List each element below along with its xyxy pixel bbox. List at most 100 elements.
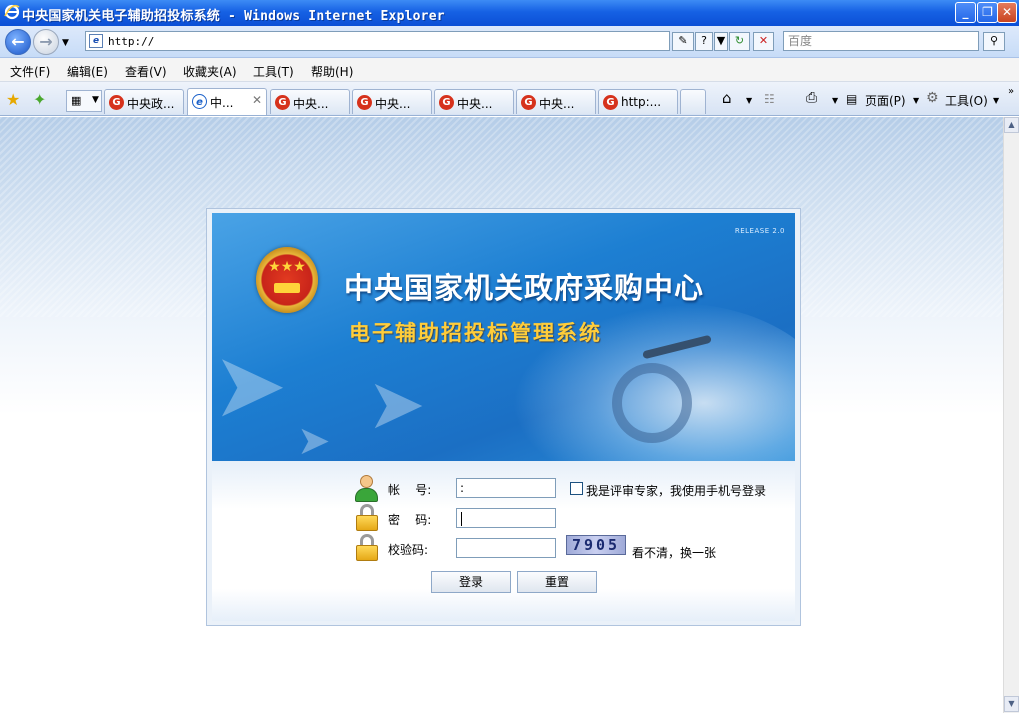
emblem-stars: ★★★ bbox=[268, 259, 306, 275]
minimize-button[interactable]: _ bbox=[955, 2, 976, 23]
account-input[interactable] bbox=[456, 478, 556, 498]
forward-button[interactable]: → bbox=[33, 29, 59, 55]
page-menu-icon: ▤ bbox=[846, 92, 858, 106]
tab-label: 中央政... bbox=[127, 97, 175, 111]
captcha-image: 7905 bbox=[566, 535, 626, 555]
pen-graphic bbox=[612, 363, 692, 443]
chevron-more-icon[interactable]: » bbox=[1008, 86, 1014, 97]
arrow-graphic: ➤ bbox=[367, 363, 426, 445]
security-shield-icon[interactable]: ? bbox=[695, 32, 713, 51]
history-dropdown-icon[interactable]: ▼ bbox=[62, 38, 69, 48]
gear-icon: ⚙ bbox=[926, 90, 939, 106]
home-icon[interactable]: ⌂ bbox=[722, 89, 732, 107]
password-input[interactable] bbox=[456, 508, 556, 528]
url-text: http:// bbox=[108, 35, 155, 48]
ie-logo-icon bbox=[4, 4, 20, 20]
menu-bar: 文件(F) 编辑(E) 查看(V) 收藏夹(A) 工具(T) 帮助(H) bbox=[0, 58, 1019, 82]
tab-label: 中... bbox=[210, 96, 234, 110]
tab-7[interactable]: G http:... bbox=[598, 89, 678, 114]
menu-help[interactable]: 帮助(H) bbox=[311, 63, 353, 80]
home-dropdown-icon[interactable]: ▼ bbox=[746, 96, 752, 105]
menu-view[interactable]: 查看(V) bbox=[125, 63, 167, 80]
tab-2-active[interactable]: e 中... ✕ bbox=[187, 88, 267, 115]
login-panel: ➤ ➤ ➤ RELEASE 2.0 ★★★ 中央国家机关政府采购中心 电子辅助招… bbox=[206, 208, 801, 626]
vertical-scrollbar[interactable]: ▲ ▼ bbox=[1003, 117, 1019, 713]
close-window-button[interactable]: ✕ bbox=[997, 2, 1017, 23]
scroll-down-icon[interactable]: ▼ bbox=[1004, 696, 1019, 712]
arrow-graphic: ➤ bbox=[297, 418, 331, 461]
captcha-input[interactable] bbox=[456, 538, 556, 558]
search-icon[interactable]: ⚲ bbox=[983, 32, 1005, 51]
tab-label: 中央... bbox=[539, 97, 575, 111]
menu-file[interactable]: 文件(F) bbox=[10, 63, 50, 80]
tab-4[interactable]: G 中央... bbox=[352, 89, 432, 114]
expert-checkbox[interactable] bbox=[570, 482, 583, 495]
tools-menu-button[interactable]: 工具(O) bbox=[945, 92, 988, 109]
back-button[interactable]: ← bbox=[5, 29, 31, 55]
lock-icon bbox=[354, 504, 380, 532]
red-g-icon: G bbox=[521, 95, 536, 110]
url-field[interactable]: e http:// bbox=[85, 31, 670, 51]
account-label: 帐 号: bbox=[388, 483, 432, 497]
tab-3[interactable]: G 中央... bbox=[270, 89, 350, 114]
print-icon[interactable]: ⎙ bbox=[806, 90, 817, 106]
system-title: 电子辅助招投标管理系统 bbox=[349, 321, 602, 345]
refresh-icon[interactable]: ↻ bbox=[729, 32, 750, 51]
tab-label: 中央... bbox=[375, 97, 411, 111]
close-tab-icon[interactable]: ✕ bbox=[252, 93, 262, 107]
stop-icon[interactable]: ✕ bbox=[753, 32, 774, 51]
tab-1[interactable]: G 中央政... bbox=[104, 89, 184, 114]
tab-bar: ★ ✦ ▦ ▼ G 中央政... e 中... ✕ G 中央... G 中央..… bbox=[0, 82, 1019, 116]
menu-favorites[interactable]: 收藏夹(A) bbox=[183, 63, 237, 80]
page-icon: e bbox=[89, 34, 103, 48]
back-arrow-icon: ← bbox=[11, 32, 25, 51]
rss-feed-icon[interactable]: ☷ bbox=[764, 92, 775, 106]
window-title: 中央国家机关电子辅助招投标系统 - Windows Internet Explo… bbox=[22, 9, 445, 24]
login-button[interactable]: 登录 bbox=[431, 571, 511, 593]
tab-list-dropdown-icon[interactable]: ▼ bbox=[92, 95, 99, 105]
page-content: ➤ ➤ ➤ RELEASE 2.0 ★★★ 中央国家机关政府采购中心 电子辅助招… bbox=[0, 117, 1003, 713]
tab-label: 中央... bbox=[293, 97, 329, 111]
password-label: 密 码: bbox=[388, 513, 432, 527]
restore-button[interactable]: ❐ bbox=[977, 2, 998, 23]
quick-tabs-icon: ▦ bbox=[71, 94, 82, 107]
tab-label: http:... bbox=[621, 95, 662, 109]
national-emblem-icon: ★★★ bbox=[256, 247, 318, 313]
add-favorite-icon[interactable]: ✦ bbox=[33, 90, 46, 109]
refresh-captcha-link[interactable]: 看不清，换一张 bbox=[632, 544, 716, 561]
address-dropdown-icon[interactable]: ▼ bbox=[714, 32, 728, 51]
arrow-graphic: ➤ bbox=[212, 333, 288, 438]
release-label: RELEASE 2.0 bbox=[734, 227, 785, 235]
lock-icon bbox=[354, 534, 380, 562]
expert-checkbox-label: 我是评审专家，我使用手机号登录 bbox=[586, 484, 767, 498]
scroll-up-icon[interactable]: ▲ bbox=[1004, 117, 1019, 133]
menu-tools[interactable]: 工具(T) bbox=[253, 63, 294, 80]
org-title: 中央国家机关政府采购中心 bbox=[344, 271, 705, 305]
reset-button[interactable]: 重置 bbox=[517, 571, 597, 593]
red-g-icon: G bbox=[603, 95, 618, 110]
user-icon bbox=[353, 475, 379, 503]
login-form: 帐 号: 我是评审专家，我使用手机号登录 密 码: 校验码: 7905 看不清，… bbox=[212, 461, 795, 621]
red-g-icon: G bbox=[109, 95, 124, 110]
address-bar: ← → ▼ e http:// ✎ ? ▼ ↻ ✕ 百度 ⚲ bbox=[0, 26, 1019, 58]
search-input[interactable]: 百度 bbox=[783, 31, 979, 51]
banner: ➤ ➤ ➤ RELEASE 2.0 ★★★ 中央国家机关政府采购中心 电子辅助招… bbox=[212, 213, 795, 461]
red-g-icon: G bbox=[439, 95, 454, 110]
red-g-icon: G bbox=[275, 95, 290, 110]
favorites-star-icon[interactable]: ★ bbox=[6, 90, 20, 109]
print-dropdown-icon[interactable]: ▼ bbox=[832, 96, 838, 105]
text-caret bbox=[461, 512, 462, 526]
red-g-icon: G bbox=[357, 95, 372, 110]
menu-edit[interactable]: 编辑(E) bbox=[67, 63, 108, 80]
title-bar: 中央国家机关电子辅助招投标系统 - Windows Internet Explo… bbox=[0, 0, 1019, 26]
forward-arrow-icon: → bbox=[39, 32, 53, 51]
tab-5[interactable]: G 中央... bbox=[434, 89, 514, 114]
compat-view-icon[interactable]: ✎ bbox=[672, 32, 694, 51]
tab-6[interactable]: G 中央... bbox=[516, 89, 596, 114]
page-dropdown-icon[interactable]: ▼ bbox=[913, 96, 919, 105]
new-tab-button[interactable] bbox=[680, 89, 706, 114]
page-menu-button[interactable]: 页面(P) bbox=[865, 92, 906, 109]
tools-dropdown-icon[interactable]: ▼ bbox=[993, 96, 999, 105]
emblem-gate bbox=[274, 283, 300, 293]
ie-page-icon: e bbox=[192, 94, 207, 109]
